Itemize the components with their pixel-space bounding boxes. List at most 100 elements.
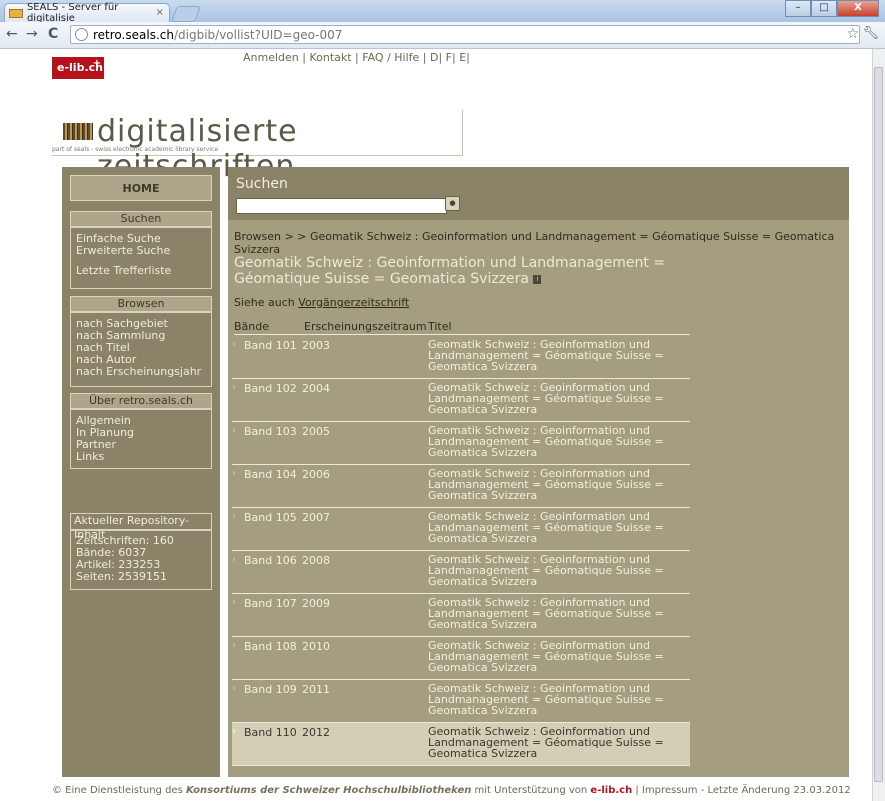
sidebar-head-search: Suchen <box>70 211 212 227</box>
footer-konsortium-link[interactable]: Konsortiums der Schweizer Hochschulbibli… <box>186 785 471 796</box>
window-controls: – □ X <box>785 0 879 17</box>
row-year: 2006 <box>302 468 330 481</box>
row-year: 2007 <box>302 511 330 524</box>
logo-subtitle: part of seals - swiss electronic academi… <box>52 146 218 153</box>
row-title[interactable]: Geomatik Schweiz : Geoinformation und La… <box>428 726 688 759</box>
home-button[interactable]: HOME <box>70 175 212 201</box>
top-links[interactable]: Anmelden | Kontakt | FAQ / Hilfe | D| F|… <box>243 51 470 64</box>
info-icon[interactable]: i <box>533 274 542 284</box>
table-row[interactable]: › Band 105 2007 Geomatik Schweiz : Geoin… <box>232 508 690 551</box>
sidebar-item-last-results[interactable]: Letzte Trefferliste <box>71 265 211 277</box>
column-header-title: Titel <box>428 320 452 333</box>
site-logo[interactable]: digitalisierte zeitschriften part of sea… <box>52 110 463 184</box>
row-title[interactable]: Geomatik Schweiz : Geoinformation und La… <box>428 382 688 415</box>
row-volume[interactable]: Band 108 <box>244 640 297 653</box>
sidebar-head-browse: Browsen <box>70 296 212 312</box>
row-volume[interactable]: Band 103 <box>244 425 297 438</box>
row-arrow-icon: › <box>232 683 236 694</box>
maximize-button[interactable]: □ <box>811 0 837 17</box>
row-title[interactable]: Geomatik Schweiz : Geoinformation und La… <box>428 511 688 544</box>
sidebar: HOME Suchen Einfache Suche Erweiterte Su… <box>62 167 220 777</box>
main-panel: Suchen ● Browsen > > Geomatik Schweiz : … <box>228 167 849 777</box>
footer-suffix[interactable]: | Impressum - Letzte Änderung 23.03.2012 <box>632 785 850 796</box>
url-path: /digbib/vollist?UID=geo-007 <box>173 27 343 42</box>
footer-elib-link[interactable]: e-lib.ch <box>590 785 632 796</box>
bookmark-star-icon[interactable]: ☆ <box>846 26 859 42</box>
row-arrow-icon: › <box>232 640 236 651</box>
page-title: Geomatik Schweiz : Geoinformation und La… <box>234 255 714 287</box>
row-year: 2005 <box>302 425 330 438</box>
column-header-volumes: Bände <box>234 320 270 333</box>
row-arrow-icon: › <box>232 726 236 737</box>
row-volume[interactable]: Band 105 <box>244 511 297 524</box>
url-host: retro.seals.ch <box>93 27 174 42</box>
row-year: 2009 <box>302 597 330 610</box>
sidebar-item-advanced-search[interactable]: Erweiterte Suche <box>71 245 211 257</box>
row-volume[interactable]: Band 109 <box>244 683 297 696</box>
row-volume[interactable]: Band 104 <box>244 468 297 481</box>
footer-prefix: © Eine Dienstleistung des <box>52 785 186 796</box>
vertical-scrollbar[interactable] <box>872 49 885 801</box>
row-title[interactable]: Geomatik Schweiz : Geoinformation und La… <box>428 468 688 501</box>
table-header: Bände Erscheinungszeitraum Titel <box>234 320 690 335</box>
tab-title: SEALS - Server für digitalisie <box>26 2 119 24</box>
address-bar[interactable]: retro.seals.ch/digbib/vollist?UID=geo-00… <box>70 25 860 44</box>
sidebar-about-box: Allgemein In Planung Partner Links <box>70 409 212 469</box>
sidebar-head-about: Über retro.seals.ch <box>70 393 212 409</box>
search-submit-icon[interactable]: ● <box>445 196 460 211</box>
wrench-menu-icon[interactable]: 🔧︎ <box>862 26 879 41</box>
table-row[interactable]: › Band 110 2012 Geomatik Schweiz : Geoin… <box>232 723 690 766</box>
search-input[interactable] <box>236 198 447 214</box>
close-window-button[interactable]: X <box>837 0 879 17</box>
scrollbar-thumb[interactable] <box>874 67 883 782</box>
search-label: Suchen <box>236 176 288 192</box>
table-row[interactable]: › Band 109 2011 Geomatik Schweiz : Geoin… <box>232 680 690 723</box>
row-title[interactable]: Geomatik Schweiz : Geoinformation und La… <box>428 554 688 587</box>
row-volume[interactable]: Band 107 <box>244 597 297 610</box>
table-row[interactable]: › Band 101 2003 Geomatik Schweiz : Geoin… <box>232 336 690 379</box>
window-titlebar: SEALS - Server für digitalisie × – □ X <box>0 0 885 24</box>
row-arrow-icon: › <box>232 382 236 393</box>
row-arrow-icon: › <box>232 554 236 565</box>
row-volume[interactable]: Band 110 <box>244 726 297 739</box>
reload-icon[interactable]: C <box>48 26 58 42</box>
row-year: 2011 <box>302 683 330 696</box>
table-row[interactable]: › Band 103 2005 Geomatik Schweiz : Geoin… <box>232 422 690 465</box>
forward-arrow-icon[interactable]: → <box>26 26 38 42</box>
predecessor-link[interactable]: Vorgängerzeitschrift <box>298 296 409 309</box>
row-title[interactable]: Geomatik Schweiz : Geoinformation und La… <box>428 683 688 716</box>
row-year: 2004 <box>302 382 330 395</box>
sidebar-head-repository: Aktueller Repository-Inhalt <box>70 513 212 541</box>
row-arrow-icon: › <box>232 425 236 436</box>
see-also-prefix: Siehe auch <box>234 296 299 309</box>
row-title[interactable]: Geomatik Schweiz : Geoinformation und La… <box>428 425 688 458</box>
table-row[interactable]: › Band 107 2009 Geomatik Schweiz : Geoin… <box>232 594 690 637</box>
row-volume[interactable]: Band 106 <box>244 554 297 567</box>
see-also: Siehe auch Vorgängerzeitschrift <box>234 296 409 309</box>
sidebar-item-links[interactable]: Links <box>71 451 211 463</box>
row-volume[interactable]: Band 102 <box>244 382 297 395</box>
table-row[interactable]: › Band 104 2006 Geomatik Schweiz : Geoin… <box>232 465 690 508</box>
plus-icon: + <box>92 58 101 69</box>
row-title[interactable]: Geomatik Schweiz : Geoinformation und La… <box>428 339 688 372</box>
tab-close-icon[interactable]: × <box>156 7 164 18</box>
row-year: 2012 <box>302 726 330 739</box>
breadcrumb[interactable]: Browsen > > Geomatik Schweiz : Geoinform… <box>234 230 849 256</box>
search-bar: Suchen ● <box>228 167 849 220</box>
row-title[interactable]: Geomatik Schweiz : Geoinformation und La… <box>428 640 688 673</box>
table-row[interactable]: › Band 108 2010 Geomatik Schweiz : Geoin… <box>232 637 690 680</box>
back-arrow-icon[interactable]: ← <box>6 26 18 42</box>
table-row[interactable]: › Band 106 2008 Geomatik Schweiz : Geoin… <box>232 551 690 594</box>
table-row[interactable]: › Band 102 2004 Geomatik Schweiz : Geoin… <box>232 379 690 422</box>
minimize-button[interactable]: – <box>785 0 811 17</box>
row-year: 2008 <box>302 554 330 567</box>
globe-icon <box>75 28 88 41</box>
sidebar-item-by-year[interactable]: nach Erscheinungsjahr <box>71 366 211 378</box>
new-tab-button[interactable] <box>171 6 201 22</box>
elib-logo[interactable]: e-lib.ch + <box>52 57 104 79</box>
row-year: 2010 <box>302 640 330 653</box>
row-volume[interactable]: Band 101 <box>244 339 297 352</box>
browser-tab[interactable]: SEALS - Server für digitalisie × <box>4 2 170 24</box>
row-arrow-icon: › <box>232 339 236 350</box>
row-title[interactable]: Geomatik Schweiz : Geoinformation und La… <box>428 597 688 630</box>
